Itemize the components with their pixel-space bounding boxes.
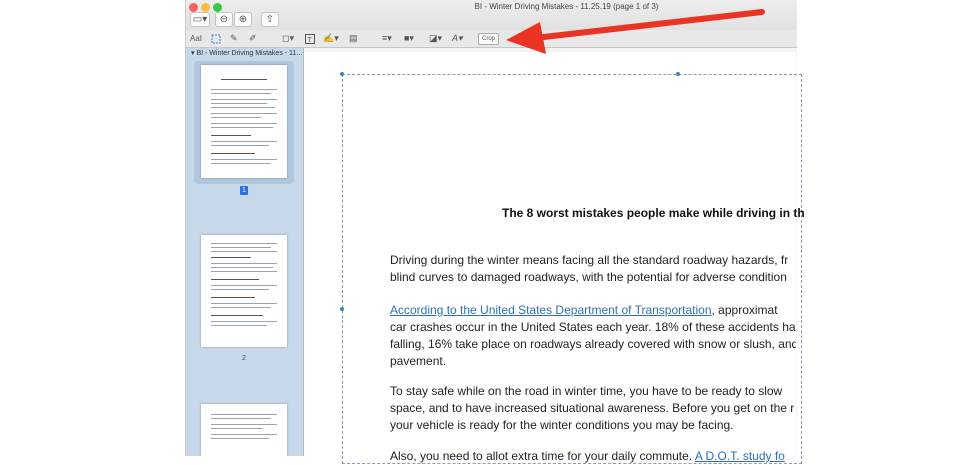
text-box-icon[interactable]: T <box>305 32 315 45</box>
page-thumbnail-1[interactable] <box>201 65 287 178</box>
page-thumbnail-2[interactable] <box>201 235 287 347</box>
draw-icon[interactable]: ✐ <box>249 32 257 45</box>
title-bar: BI - Winter Driving Mistakes - 11.25.19 … <box>186 0 797 30</box>
zoom-out-button[interactable]: ⊖ <box>215 12 233 27</box>
paragraph-2-line-1: According to the United States Departmen… <box>390 302 796 319</box>
crop-handle-top-left[interactable] <box>340 72 344 76</box>
paragraph-1: Driving during the winter means facing a… <box>390 252 796 286</box>
note-icon[interactable]: ▤ <box>349 32 358 45</box>
dot-link[interactable]: According to the United States Departmen… <box>390 303 712 317</box>
study-link[interactable]: A D.O.T. study fo <box>695 449 785 463</box>
thumbnail-sidebar: ▾ BI - Winter Driving Mistakes - 11... 1 <box>186 48 304 456</box>
paragraph-3: To stay safe while on the road in winter… <box>390 383 796 434</box>
page-number-1: 1 <box>240 186 248 195</box>
zoom-out-icon: ⊖ <box>219 14 229 25</box>
paragraph-2: According to the United States Departmen… <box>390 302 796 370</box>
crop-button[interactable]: Crop <box>478 33 500 45</box>
paragraph-3-line-2: space, and to have increased situational… <box>390 401 795 415</box>
paragraph-1-line-1: Driving during the winter means facing a… <box>390 253 789 267</box>
text-style-icon[interactable]: A▾ <box>452 32 463 45</box>
text-selection-tool[interactable]: AaI <box>190 32 202 45</box>
shapes-icon[interactable]: ◻▾ <box>282 32 294 45</box>
paragraph-4: Also, you need to allot extra time for y… <box>390 448 796 465</box>
share-button[interactable]: ⇧ <box>261 12 279 27</box>
fill-color-icon[interactable]: ◪▾ <box>429 32 442 45</box>
border-color-icon[interactable]: ■▾ <box>404 32 414 45</box>
paragraph-3-line-3: your vehicle is ready for the winter con… <box>390 418 734 432</box>
page-thumbnail-3[interactable] <box>201 404 287 456</box>
zoom-in-button[interactable]: ⊕ <box>234 12 252 27</box>
paragraph-3-line-1: To stay safe while on the road in winter… <box>390 384 783 398</box>
paragraph-4-start: Also, you need to allot extra time for y… <box>390 449 695 463</box>
sidebar-doc-title[interactable]: ▾ BI - Winter Driving Mistakes - 11... <box>186 48 303 60</box>
paragraph-2-line-2: car crashes occur in the United States e… <box>390 320 796 334</box>
markup-toolbar: AaI ✎ ✐ ◻▾ T ✍▾ ▤ ≡▾ ■▾ ◪▾ A▾ Crop <box>186 30 797 48</box>
sidebar-icon: ▭▾ <box>192 14 208 25</box>
svg-text:T: T <box>308 37 313 44</box>
sign-icon[interactable]: ✍▾ <box>323 32 339 45</box>
share-icon: ⇧ <box>265 14 275 25</box>
rect-selection-icon[interactable] <box>211 32 221 45</box>
paragraph-2-line-3: falling, 16% take place on roadways alre… <box>390 337 796 351</box>
line-style-icon[interactable]: ≡▾ <box>382 32 392 45</box>
paragraph-2-line-4: pavement. <box>390 354 447 368</box>
paragraph-2-line-1-rest: , approximat <box>711 303 778 317</box>
window-title: BI - Winter Driving Mistakes - 11.25.19 … <box>474 2 659 11</box>
sketch-icon[interactable]: ✎ <box>230 32 238 45</box>
document-heading: The 8 worst mistakes people make while d… <box>502 206 805 220</box>
paragraph-1-line-2: blind curves to damaged roadways, with t… <box>390 270 787 284</box>
crop-handle-left-middle[interactable] <box>340 307 344 311</box>
page-number-2: 2 <box>242 355 246 362</box>
crop-handle-top-middle[interactable] <box>676 72 680 76</box>
sidebar-toggle-button[interactable]: ▭▾ <box>190 12 210 27</box>
zoom-in-icon: ⊕ <box>238 14 248 25</box>
